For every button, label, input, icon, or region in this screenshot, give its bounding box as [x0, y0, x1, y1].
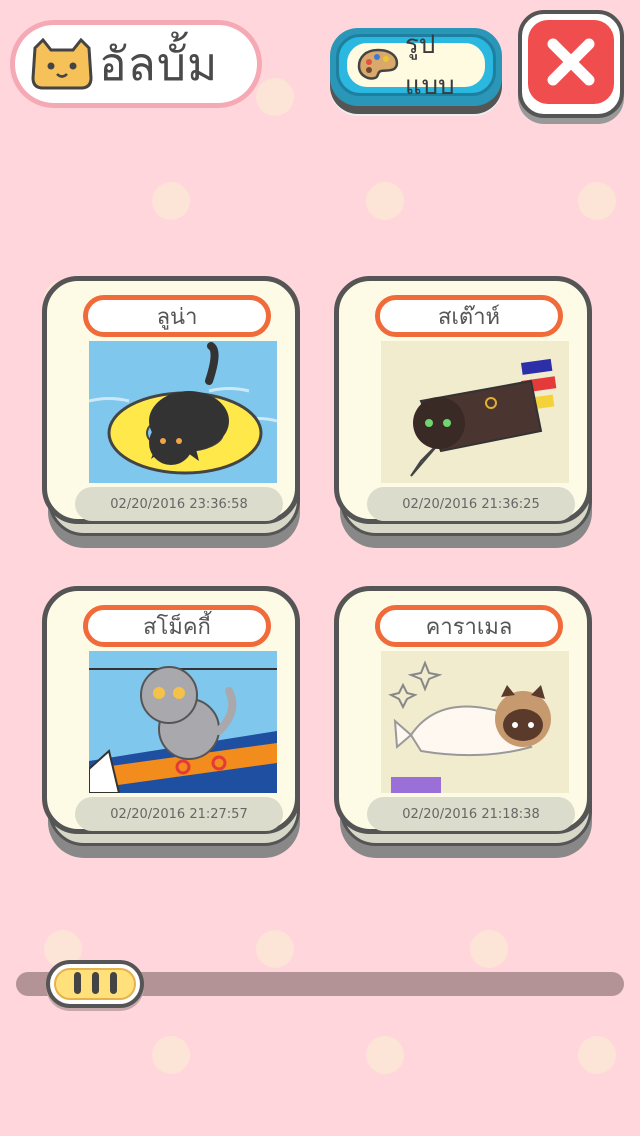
cat-photo [381, 341, 569, 483]
photo-date: 02/20/2016 23:36:58 [75, 487, 283, 521]
album-card[interactable]: สเต๊าห์ 02/20/2016 21:36:25 [334, 276, 596, 548]
bg-dot [152, 182, 190, 220]
photo-date: 02/20/2016 21:36:25 [367, 487, 575, 521]
cat-name-tag: ลูน่า [83, 295, 271, 337]
page-scrollbar-thumb[interactable] [46, 960, 144, 1008]
bg-dot [366, 1036, 404, 1074]
close-icon [547, 38, 595, 86]
album-card[interactable]: ลูน่า 02/20/2016 23:36:58 [42, 276, 304, 548]
bg-dot [366, 182, 404, 220]
cat-photo [89, 651, 277, 793]
close-button[interactable] [518, 10, 624, 118]
photo-date: 02/20/2016 21:27:57 [75, 797, 283, 831]
cat-photo [381, 651, 569, 793]
cat-face-icon [31, 38, 93, 90]
page-title: อัลบั้ม [99, 36, 219, 91]
cat-name-tag: สโม็คกี้ [83, 605, 271, 647]
cat-name-tag: สเต๊าห์ [375, 295, 563, 337]
style-button-label: รูปแบบ [404, 30, 455, 101]
bg-dot [470, 930, 508, 968]
style-button[interactable]: รูปแบบ [330, 28, 502, 106]
photo-date: 02/20/2016 21:18:38 [367, 797, 575, 831]
bg-dot [256, 930, 294, 968]
cat-photo [89, 341, 277, 483]
bg-dot [578, 1036, 616, 1074]
palette-icon [357, 48, 399, 80]
bg-dot [152, 1036, 190, 1074]
cat-name-tag: คาราเมล [375, 605, 563, 647]
album-title-badge: อัลบั้ม [10, 20, 262, 108]
bg-dot [256, 78, 294, 116]
album-card[interactable]: คาราเมล 02/20/2016 21:18:38 [334, 586, 596, 858]
bg-dot [578, 182, 616, 220]
album-card[interactable]: สโม็คกี้ 02/20/2016 21:27:57 [42, 586, 304, 858]
